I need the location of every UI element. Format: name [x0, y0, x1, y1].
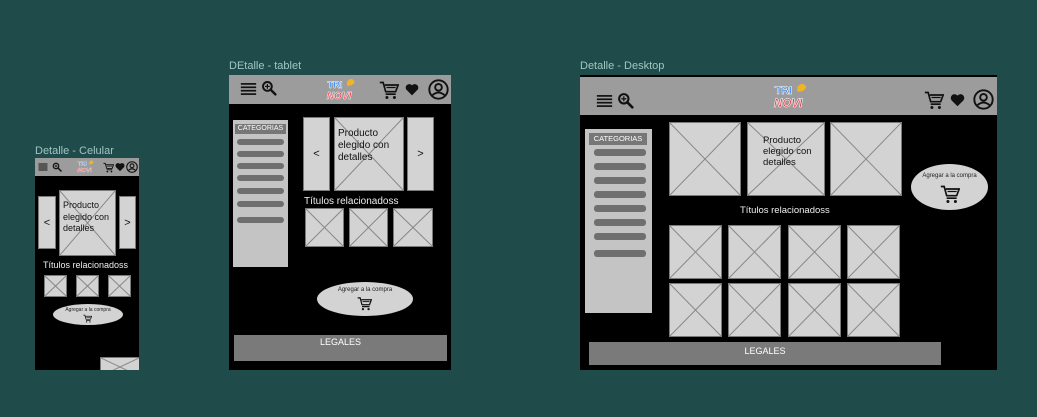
category-item[interactable] [594, 233, 646, 240]
related-thumb[interactable] [44, 275, 67, 297]
search-icon[interactable] [52, 162, 62, 172]
related-thumb[interactable] [669, 283, 722, 337]
search-icon[interactable] [617, 92, 634, 109]
category-item[interactable] [237, 188, 284, 194]
add-to-cart-button[interactable]: Agregar a la compra [53, 304, 123, 325]
category-item[interactable] [237, 217, 284, 223]
cart-icon[interactable] [379, 80, 399, 100]
frame-label-tablet: DEtalle - tablet [229, 60, 302, 72]
user-icon[interactable] [428, 79, 449, 100]
category-item[interactable] [594, 177, 646, 184]
product-image: Producto elegido con detalles [747, 122, 825, 196]
related-title: Títulos relacionadoss [740, 205, 830, 216]
product-description: Producto elegido con detalles [63, 200, 110, 233]
category-item[interactable] [237, 139, 284, 145]
user-icon[interactable] [126, 161, 138, 173]
related-thumb[interactable] [788, 283, 841, 337]
logo[interactable] [326, 77, 357, 102]
add-to-cart-label: Agregar a la compra [65, 307, 111, 313]
tablet-header [229, 75, 451, 104]
related-thumb[interactable] [76, 275, 99, 297]
next-button[interactable]: > [119, 196, 136, 249]
menu-icon[interactable] [38, 163, 48, 171]
related-title: Títulos relacionadoss [43, 260, 129, 270]
category-item[interactable] [594, 149, 646, 156]
product-description: Producto elegido con detalles [763, 135, 812, 168]
add-to-cart-label: Agregar a la compra [337, 287, 393, 293]
cart-icon [940, 184, 960, 204]
product-image: Producto elegido con detalles [59, 190, 116, 256]
logo[interactable] [77, 159, 95, 174]
mobile-frame: < Producto elegido con detalles > Título… [35, 158, 139, 370]
related-thumb[interactable] [728, 225, 781, 279]
prev-button[interactable]: < [38, 196, 56, 249]
heart-icon[interactable] [950, 93, 965, 107]
category-item[interactable] [594, 219, 646, 226]
cart-icon [83, 314, 92, 323]
heart-icon[interactable] [115, 162, 125, 172]
user-icon[interactable] [973, 89, 994, 110]
add-to-cart-label: Agregar a la compra [922, 173, 977, 179]
mobile-header [35, 158, 139, 176]
related-thumb[interactable] [847, 225, 900, 279]
logo[interactable] [773, 81, 809, 111]
related-thumb[interactable] [108, 275, 131, 297]
cart-icon[interactable] [924, 90, 944, 110]
related-thumb[interactable] [305, 208, 344, 247]
categories-sidebar: CATEGORIAS [585, 129, 652, 313]
cart-icon [357, 296, 372, 311]
category-item[interactable] [594, 163, 646, 170]
related-thumb[interactable] [669, 225, 722, 279]
prev-button[interactable]: < [303, 117, 330, 191]
product-image-alt[interactable] [669, 122, 741, 196]
related-thumb[interactable] [788, 225, 841, 279]
categories-sidebar: CATEGORIAS [233, 120, 288, 267]
product-description: Producto elegido con detalles [338, 128, 390, 163]
search-icon[interactable] [261, 80, 277, 96]
add-to-cart-button[interactable]: Agregar a la compra [317, 282, 413, 316]
image-placeholder [100, 357, 139, 370]
related-thumb[interactable] [393, 208, 433, 247]
related-thumb[interactable] [728, 283, 781, 337]
categories-label: CATEGORIAS [235, 124, 286, 134]
category-item[interactable] [237, 151, 284, 157]
legal-footer[interactable]: LEGALES [234, 335, 447, 361]
next-button[interactable]: > [407, 117, 434, 191]
add-to-cart-button[interactable]: Agregar a la compra [911, 164, 988, 210]
product-image: Producto elegido con detalles [334, 117, 404, 191]
cart-icon[interactable] [103, 162, 114, 173]
category-item[interactable] [594, 250, 646, 257]
related-title: Títulos relacionadoss [304, 196, 399, 207]
heart-icon[interactable] [405, 83, 419, 96]
desktop-header [580, 77, 997, 115]
frame-label-mobile: Detalle - Celular [35, 145, 114, 157]
category-item[interactable] [237, 163, 284, 169]
menu-icon[interactable] [596, 94, 613, 108]
category-item[interactable] [594, 191, 646, 198]
category-item[interactable] [237, 201, 284, 207]
product-image-alt[interactable] [830, 122, 902, 196]
legal-footer[interactable]: LEGALES [589, 342, 941, 365]
category-item[interactable] [237, 175, 284, 181]
frame-label-desktop: Detalle - Desktop [580, 60, 665, 72]
category-item[interactable] [594, 205, 646, 212]
tablet-frame: CATEGORIAS < Producto elegido con detall… [229, 75, 451, 370]
categories-label: CATEGORIAS [589, 133, 647, 145]
related-thumb[interactable] [847, 283, 900, 337]
menu-icon[interactable] [240, 82, 257, 96]
related-thumb[interactable] [349, 208, 388, 247]
desktop-frame: CATEGORIAS Producto elegido con detalles… [580, 75, 997, 370]
